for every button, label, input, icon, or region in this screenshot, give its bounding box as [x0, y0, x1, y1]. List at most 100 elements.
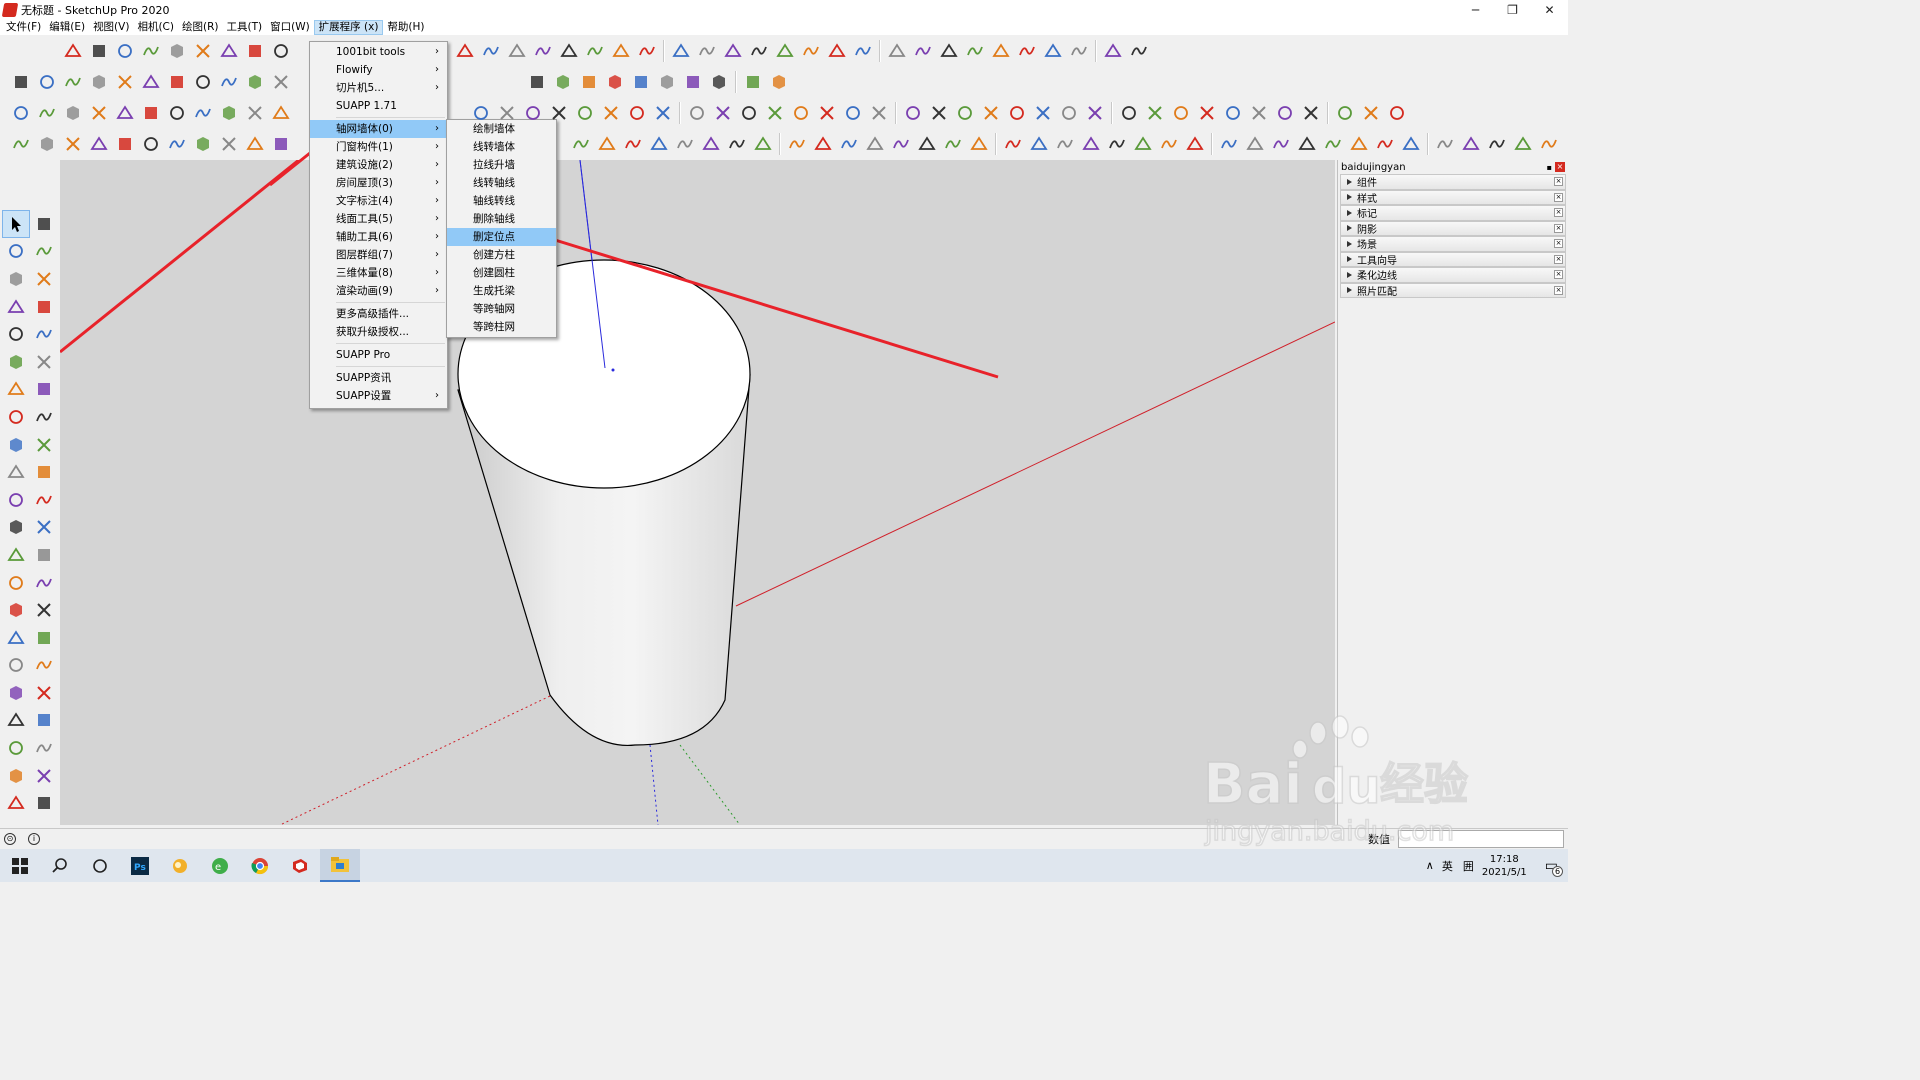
- extensions-menu-item[interactable]: 渲染动画(9) ›: [310, 282, 447, 300]
- toolbar-tool-icon[interactable]: [1106, 133, 1128, 155]
- photoshop-icon[interactable]: Ps: [120, 849, 160, 882]
- extensions-menu-item[interactable]: 建筑设施(2) ›: [310, 156, 447, 174]
- toolbar-tool-icon[interactable]: [1196, 102, 1218, 124]
- chrome-icon[interactable]: [240, 849, 280, 882]
- axis-wall-submenu-item[interactable]: 等跨轴网: [447, 300, 556, 318]
- axis-wall-submenu-item[interactable]: 线转轴线: [447, 174, 556, 192]
- toolbar-tool-icon[interactable]: [1006, 102, 1028, 124]
- toolbar-tool-icon[interactable]: [764, 102, 786, 124]
- toolbar-tool-icon[interactable]: [1058, 102, 1080, 124]
- tray-panel[interactable]: 工具向导 ×: [1340, 251, 1566, 267]
- toolbar-tool-icon[interactable]: [578, 71, 600, 93]
- clock[interactable]: 17:18 2021/5/1: [1482, 853, 1527, 879]
- info-icon[interactable]: i: [28, 833, 40, 845]
- toolbar-tool-icon[interactable]: [826, 40, 848, 62]
- toolbar-tool-icon[interactable]: [1270, 133, 1292, 155]
- toolbar-tool-icon[interactable]: [968, 133, 990, 155]
- toolbar-tool-icon[interactable]: [604, 71, 626, 93]
- toolbar-tool-icon[interactable]: [1512, 133, 1534, 155]
- toolbar-tool-icon[interactable]: [700, 133, 722, 155]
- extensions-menu-item[interactable]: 文字标注(4) ›: [310, 192, 447, 210]
- extensions-menu-item[interactable]: SUAPP设置 ›: [310, 387, 447, 405]
- toolbar-tool-icon[interactable]: [1274, 102, 1296, 124]
- sketchup-taskbar-icon[interactable]: [280, 849, 320, 882]
- toolbar-tool-icon[interactable]: [928, 102, 950, 124]
- panel-close-icon[interactable]: ×: [1554, 177, 1563, 186]
- app-orange-icon[interactable]: [160, 849, 200, 882]
- extensions-menu-item[interactable]: 1001bit tools ›: [310, 43, 447, 61]
- toolbar-tool-icon[interactable]: [454, 40, 476, 62]
- tray-panel[interactable]: 柔化边线 ×: [1340, 267, 1566, 283]
- toolbar-tool-icon[interactable]: [1002, 133, 1024, 155]
- toolbar-tool-icon[interactable]: [774, 40, 796, 62]
- toolbar-tool-icon[interactable]: [1334, 102, 1356, 124]
- extensions-menu-item[interactable]: Flowify ›: [310, 61, 447, 79]
- toolbar-tool-icon[interactable]: [558, 40, 580, 62]
- toolbar-tool-icon[interactable]: [1248, 102, 1270, 124]
- tray-panel[interactable]: 照片匹配 ×: [1340, 282, 1566, 298]
- toolbar-tool-icon[interactable]: [1102, 40, 1124, 62]
- extensions-menu-item[interactable]: 图层群组(7) ›: [310, 246, 447, 264]
- toolbar-tool-icon[interactable]: [682, 71, 704, 93]
- toolbar-tool-icon[interactable]: [748, 40, 770, 62]
- toolbar-tool-icon[interactable]: [852, 40, 874, 62]
- extensions-menu-item[interactable]: 辅助工具(6) ›: [310, 228, 447, 246]
- toolbar-tool-icon[interactable]: [574, 102, 596, 124]
- extensions-menu-item[interactable]: 房间屋顶(3) ›: [310, 174, 447, 192]
- toolbar-tool-icon[interactable]: [752, 133, 774, 155]
- toolbar-tool-icon[interactable]: [768, 71, 790, 93]
- toolbar-tool-icon[interactable]: [942, 133, 964, 155]
- toolbar-tool-icon[interactable]: [1054, 133, 1076, 155]
- toolbar-tool-icon[interactable]: [652, 102, 674, 124]
- toolbar-tool-icon[interactable]: [480, 40, 502, 62]
- toolbar-tool-icon[interactable]: [890, 133, 912, 155]
- extensions-menu-item[interactable]: 线面工具(5) ›: [310, 210, 447, 228]
- toolbar-tool-icon[interactable]: [1170, 102, 1192, 124]
- tray-panel[interactable]: 组件 ×: [1340, 174, 1566, 190]
- toolbar-tool-icon[interactable]: [1016, 40, 1038, 62]
- toolbar-tool-icon[interactable]: [1128, 40, 1150, 62]
- notification-icon[interactable]: ▭ 6: [1545, 858, 1563, 877]
- toolbar-tool-icon[interactable]: [912, 40, 934, 62]
- toolbar-tool-icon[interactable]: [838, 133, 860, 155]
- toolbar-tool-icon[interactable]: [470, 102, 492, 124]
- toolbar-tool-icon[interactable]: [506, 40, 528, 62]
- extensions-menu-item[interactable]: 更多高级插件...: [310, 305, 447, 323]
- browser-green-icon[interactable]: e: [200, 849, 240, 882]
- toolbar-tool-icon[interactable]: [1360, 102, 1382, 124]
- toolbar-tool-icon[interactable]: [708, 71, 730, 93]
- tray-panel[interactable]: 标记 ×: [1340, 205, 1566, 221]
- toolbar-tool-icon[interactable]: [1486, 133, 1508, 155]
- toolbar-tool-icon[interactable]: [1434, 133, 1456, 155]
- axis-wall-submenu-item[interactable]: 删除轴线: [447, 210, 556, 228]
- measurements-input[interactable]: [1398, 830, 1564, 848]
- pin-icon[interactable]: ▪: [1547, 163, 1552, 172]
- axis-wall-submenu-item[interactable]: 线转墙体: [447, 138, 556, 156]
- toolbar-tool-icon[interactable]: [648, 133, 670, 155]
- toolbar-tool-icon[interactable]: [1244, 133, 1266, 155]
- toolbar-tool-icon[interactable]: [1460, 133, 1482, 155]
- toolbar-tool-icon[interactable]: [610, 40, 632, 62]
- toolbar-tool-icon[interactable]: [626, 102, 648, 124]
- toolbar-tool-icon[interactable]: [596, 133, 618, 155]
- toolbar-tool-icon[interactable]: [868, 102, 890, 124]
- toolbar-tool-icon[interactable]: [1068, 40, 1090, 62]
- extensions-menu-item[interactable]: 获取升级授权...: [310, 323, 447, 341]
- axis-wall-submenu-item[interactable]: 创建方柱: [447, 246, 556, 264]
- toolbar-tool-icon[interactable]: [964, 40, 986, 62]
- toolbar-tool-icon[interactable]: [600, 102, 622, 124]
- toolbar-tool-icon[interactable]: [812, 133, 834, 155]
- toolbar-tool-icon[interactable]: [686, 102, 708, 124]
- toolbar-tool-icon[interactable]: [496, 102, 518, 124]
- toolbar-tool-icon[interactable]: [522, 102, 544, 124]
- toolbar-tool-icon[interactable]: [800, 40, 822, 62]
- toolbar-tool-icon[interactable]: [674, 133, 696, 155]
- axis-wall-submenu-item[interactable]: 轴线转线: [447, 192, 556, 210]
- panel-close-icon[interactable]: ×: [1554, 270, 1563, 279]
- toolbar-tool-icon[interactable]: [1400, 133, 1422, 155]
- toolbar-tool-icon[interactable]: [980, 102, 1002, 124]
- toolbar-tool-icon[interactable]: [570, 133, 592, 155]
- toolbar-tool-icon[interactable]: [916, 133, 938, 155]
- panel-close-icon[interactable]: ×: [1554, 254, 1563, 264]
- toolbar-tool-icon[interactable]: [552, 71, 574, 93]
